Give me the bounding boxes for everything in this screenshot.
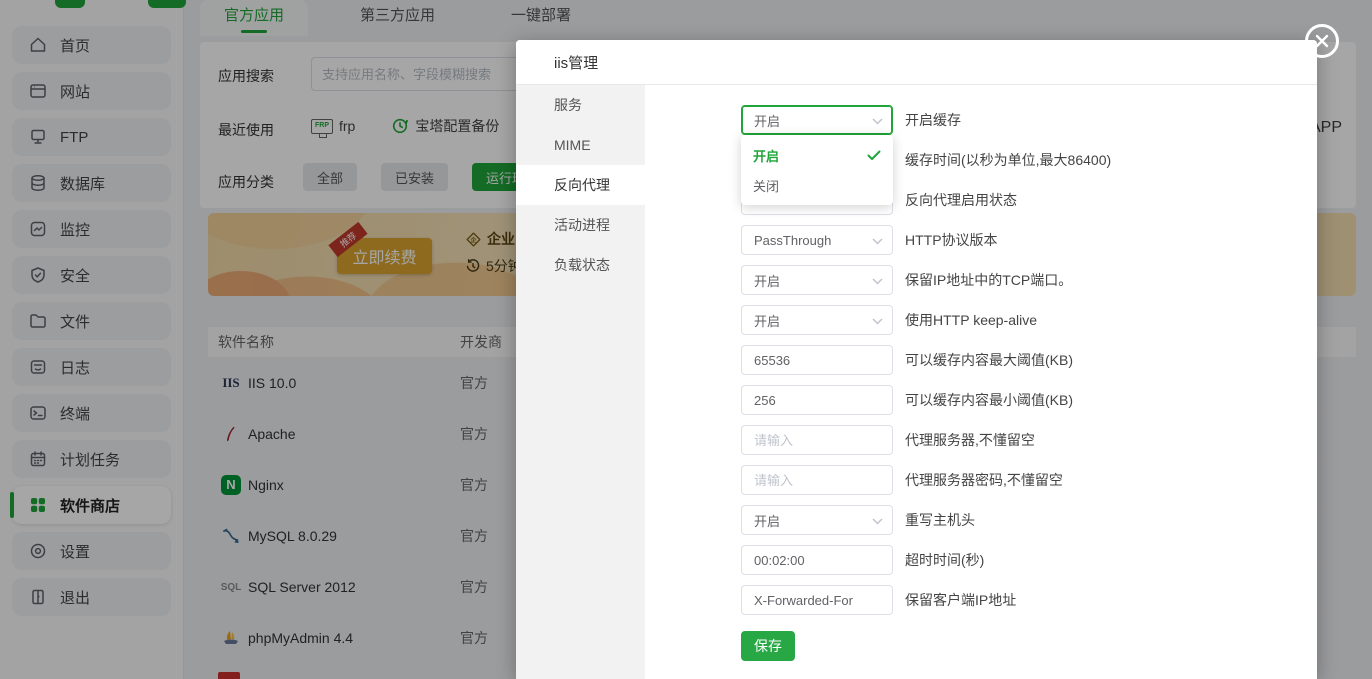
cache-min-input[interactable]: [741, 385, 893, 415]
chevron-down-icon: [872, 518, 883, 525]
modal-tab-active-process[interactable]: 活动进程: [516, 205, 645, 245]
field-label: 使用HTTP keep-alive: [905, 312, 1038, 328]
modal-tab-mime[interactable]: MIME: [516, 125, 645, 165]
field-label: 保留客户端IP地址: [905, 592, 1017, 608]
cache-max-input[interactable]: [741, 345, 893, 375]
iis-manage-modal: iis管理 服务 MIME 反向代理 活动进程 负载状态 开启 开启缓存 缓存时…: [516, 40, 1317, 679]
dropdown-option-off[interactable]: 关闭: [741, 170, 893, 200]
field-label: 可以缓存内容最大阈值(KB): [905, 352, 1073, 368]
modal-tab-load-status[interactable]: 负载状态: [516, 245, 645, 285]
field-label: 超时时间(秒): [905, 552, 985, 568]
field-label: 开启缓存: [905, 112, 961, 128]
close-icon: [1315, 34, 1329, 48]
dropdown-option-on[interactable]: 开启: [741, 140, 893, 170]
modal-tab-service[interactable]: 服务: [516, 85, 645, 125]
field-label: 重写主机头: [905, 512, 975, 528]
field-label: 代理服务器,不懂留空: [905, 432, 1035, 448]
field-label: 代理服务器密码,不懂留空: [905, 472, 1063, 488]
chevron-down-icon: [872, 278, 883, 285]
modal-tab-reverse-proxy[interactable]: 反向代理: [516, 165, 645, 205]
forwarded-header-input[interactable]: [741, 585, 893, 615]
screen: 首页 网站 FTP 数据库 监控 安全 文件 日志 终端 计划任务 软件商店 设…: [0, 0, 1372, 679]
field-label: 反向代理启用状态: [905, 192, 1017, 208]
http-version-select[interactable]: PassThrough: [741, 225, 893, 255]
field-label: 缓存时间(以秒为单位,最大86400): [905, 152, 1112, 168]
save-button[interactable]: 保存: [741, 631, 795, 661]
modal-header: iis管理: [516, 40, 1317, 85]
timeout-input[interactable]: [741, 545, 893, 575]
check-icon: [867, 150, 881, 160]
field-label: 保留IP地址中的TCP端口。: [905, 272, 1073, 288]
cache-enable-dropdown: 开启 关闭: [741, 135, 893, 205]
modal-close-button[interactable]: [1305, 24, 1339, 58]
field-label: HTTP协议版本: [905, 232, 998, 248]
chevron-down-icon: [872, 318, 883, 325]
modal-side-tabs: 服务 MIME 反向代理 活动进程 负载状态: [516, 85, 645, 679]
rewrite-host-select[interactable]: 开启: [741, 505, 893, 535]
proxy-server-input[interactable]: [741, 425, 893, 455]
field-label: 可以缓存内容最小阈值(KB): [905, 392, 1073, 408]
keepalive-select[interactable]: 开启: [741, 305, 893, 335]
cache-enable-select[interactable]: 开启: [741, 105, 893, 135]
proxy-password-input[interactable]: [741, 465, 893, 495]
modal-title: iis管理: [554, 54, 599, 72]
tcp-port-select[interactable]: 开启: [741, 265, 893, 295]
chevron-down-icon: [872, 118, 883, 125]
chevron-down-icon: [872, 238, 883, 245]
